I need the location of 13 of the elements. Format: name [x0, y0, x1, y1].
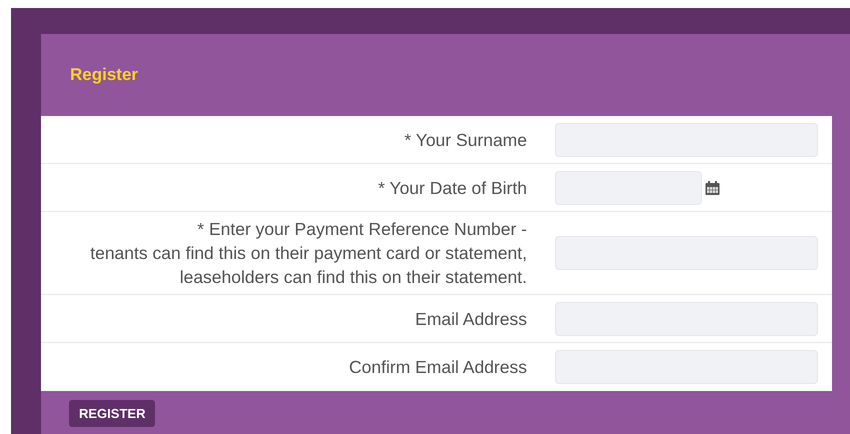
calendar-icon[interactable] — [705, 180, 720, 194]
input-field[interactable] — [555, 350, 818, 384]
date-field[interactable] — [555, 170, 702, 204]
input-field[interactable] — [555, 302, 818, 336]
field-label: Confirm Email Address — [349, 356, 527, 379]
input-field[interactable] — [555, 122, 818, 156]
field-label: Email Address — [415, 308, 527, 330]
field-label: * Your Date of Birth — [378, 176, 527, 200]
field-label: * Enter your Payment Reference Number - tenants can find this on their payment card or statement, leaseholders can find this on their statement. — [90, 218, 527, 289]
panel-title: Register — [70, 65, 138, 85]
input-field[interactable] — [555, 236, 818, 270]
field-label: * Your Surname — [404, 128, 527, 152]
register-button[interactable]: REGISTER — [69, 400, 156, 427]
